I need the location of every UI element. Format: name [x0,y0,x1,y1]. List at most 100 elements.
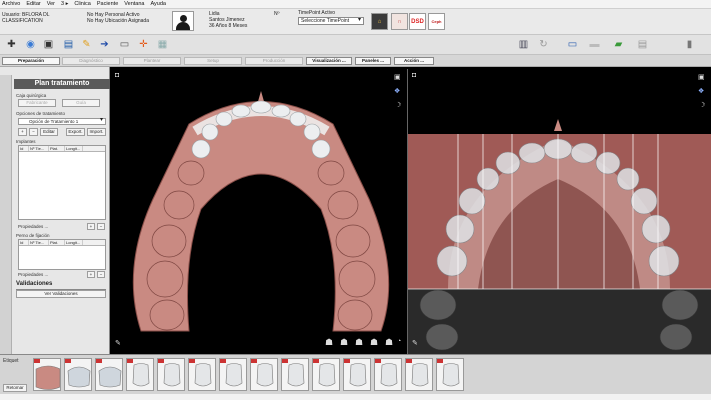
ver-validaciones-button[interactable]: Ver Validaciones [16,290,106,298]
image-icon[interactable]: ▦ [156,38,169,51]
timepoint-select[interactable]: Seleccione TimePoint [298,17,364,25]
menu-3[interactable]: 3 ▸ [61,1,68,7]
case-thumbnail[interactable] [281,358,309,391]
remove-option-button[interactable]: − [29,128,38,136]
step-visualizacion[interactable]: Visualización ... [306,57,352,65]
view-front-icon[interactable]: ☗ [325,337,333,348]
ceph-app-icon[interactable]: Ceph [428,13,445,30]
case-thumbnail[interactable] [250,358,278,391]
print-icon[interactable]: ▤ [636,38,649,51]
classification-line: CLASSIFICATION [2,18,43,24]
tooth-view-icon[interactable]: ❖ [394,87,400,95]
case-thumbnail[interactable] [64,358,92,391]
view-top-icon[interactable]: ☗ [355,337,363,348]
pins-properties-link[interactable]: Propiedades ... [18,272,48,277]
car-icon[interactable]: ▬ [588,38,601,51]
step-diagnostico[interactable]: Diagnóstico [62,57,120,65]
pins-table[interactable]: Id Nº Tie... Plat. Longit... [18,239,106,270]
etiquetas-label[interactable]: Etiquet [3,358,19,364]
pins-remove-button[interactable]: − [97,271,105,278]
case-thumbnail[interactable] [374,358,402,391]
camera-icon[interactable]: ▣ [42,38,55,51]
dsd-app-icon[interactable]: DSD [409,13,426,30]
menu-ayuda[interactable]: Ayuda [150,1,166,7]
moon-icon[interactable]: ☽ [699,101,705,109]
case-thumbnail[interactable] [188,358,216,391]
globe-icon[interactable]: ◉ [24,38,37,51]
panel-side-strip[interactable] [0,75,12,355]
photo-overlay-viewport[interactable]: ◘ ▣ ❖ ☽ ✎ [408,69,711,354]
tools-icon[interactable]: ✚ [5,38,18,51]
step-produccion[interactable]: Producción [245,57,303,65]
case-thumbnail[interactable] [343,358,371,391]
thumbnail-tag [65,359,71,363]
3d-model-viewport[interactable]: ◘ ▣ ❖ ☽ ✎ ☗ ☗ ☗ ☗ ☗ ◔ [111,69,407,354]
thumbnail-tag [375,359,381,363]
view-bottom-icon[interactable]: ☗ [370,337,378,348]
case-thumbnail[interactable] [405,358,433,391]
pencil-icon[interactable]: ✎ [80,38,93,51]
case-thumbnail[interactable] [436,358,464,391]
layers-icon[interactable]: ▣ [698,73,705,81]
image-icon[interactable]: ◘ [412,72,416,79]
guia-button[interactable]: Guía [62,99,100,107]
screen-icon[interactable]: ▭ [566,38,579,51]
panel-title: Plan tratamiento [14,79,110,89]
camera-icon[interactable]: ◘ [115,72,119,79]
add-option-button[interactable]: + [18,128,27,136]
tooth-thumbnail-icon [132,363,150,387]
implants-table[interactable]: Id Nº Tie... Plat. Longit... [18,145,106,220]
step-preparacion[interactable]: Preparación [2,57,60,65]
case-thumbnail[interactable] [157,358,185,391]
document-icon[interactable]: ▭ [118,38,131,51]
teeth-arch-icon[interactable]: ∩ [391,13,408,30]
treatment-option-select[interactable]: Opción de Tratamiento 1 [18,118,106,125]
menu-clinica[interactable]: Clinica [74,1,91,7]
moon-icon[interactable]: ☽ [395,101,401,109]
monitor-icon[interactable]: ▤ [62,38,75,51]
pins-add-button[interactable]: + [87,271,95,278]
tooth-thumbnail-icon [256,363,274,387]
step-plantear[interactable]: Plantear [123,57,181,65]
step-setup[interactable]: Setup [184,57,242,65]
case-thumbnail[interactable] [312,358,340,391]
view-extra-icon[interactable]: ◔ [397,338,401,345]
implants-add-button[interactable]: + [87,223,95,230]
menu-editar[interactable]: Editar [26,1,40,7]
menu-paciente[interactable]: Paciente [97,1,118,7]
menu-ventana[interactable]: Ventana [124,1,144,7]
user-info: Usuario: BFLORA DL CLASSIFICATION [2,12,50,24]
menu-archivo[interactable]: Archivo [2,1,20,7]
cylinder-icon[interactable]: ▮ [683,38,696,51]
step-accion[interactable]: Acción ... [394,57,434,65]
crosshair-icon[interactable]: ✛ [137,38,150,51]
patient-age: 36 Años 8 Meses [209,23,248,29]
patient-avatar[interactable] [172,11,194,31]
box-icon[interactable]: ▰ [612,38,625,51]
case-thumbnail[interactable] [126,358,154,391]
layout-icon[interactable]: ▥ [517,38,530,51]
menu-ver[interactable]: Ver [47,1,55,7]
layers-icon[interactable]: ▣ [394,73,401,81]
patient-number: Nº [274,11,280,17]
refresh-icon[interactable]: ↻ [537,38,550,51]
wrench-icon[interactable]: ✎ [412,339,418,347]
implants-properties-link[interactable]: Propiedades ... [18,224,48,229]
thumbnail-tag [313,359,319,363]
case-thumbnail[interactable] [33,358,61,391]
implants-remove-button[interactable]: − [97,223,105,230]
case-thumbnail[interactable] [219,358,247,391]
arrow-right-icon[interactable]: ➔ [98,38,111,51]
import-button[interactable]: Import. [87,128,106,136]
wrench-icon[interactable]: ✎ [115,339,121,347]
case-thumbnail[interactable] [95,358,123,391]
export-button[interactable]: Export. [66,128,85,136]
tooth-view-icon[interactable]: ❖ [698,87,704,95]
step-paneles[interactable]: Paneles ... [355,57,391,65]
house-icon[interactable]: ⌂ [371,13,388,30]
editar-button[interactable]: Editar [40,128,58,136]
view-side-icon[interactable]: ☗ [385,337,393,348]
retomar-button[interactable]: Retomar [3,384,27,392]
view-back-icon[interactable]: ☗ [340,337,348,348]
fabricante-button[interactable]: Fabricante [18,99,56,107]
